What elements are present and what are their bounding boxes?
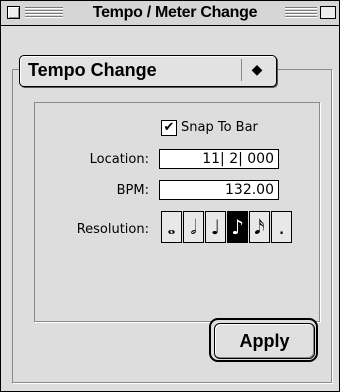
resolution-half-note-icon[interactable]: 𝅗𝅥 — [183, 211, 204, 243]
location-label: Location: — [89, 152, 149, 167]
snap-to-bar-checkbox[interactable]: ✔ — [161, 120, 177, 136]
resolution-dot-icon[interactable]: . — [271, 211, 292, 243]
apply-button[interactable]: Apply — [214, 323, 315, 359]
title-bar[interactable]: Tempo / Meter Change — [1, 1, 339, 26]
bpm-label: BPM: — [116, 183, 149, 198]
snap-to-bar-label[interactable]: Snap To Bar — [181, 120, 258, 136]
resolution-label: Resolution: — [76, 222, 149, 237]
window-title: Tempo / Meter Change — [65, 3, 285, 23]
resolution-whole-note-icon[interactable]: 𝅝 — [161, 211, 182, 243]
zoom-box[interactable] — [320, 6, 336, 19]
title-stripes-left — [25, 6, 63, 19]
resolution-sixteenth-note-icon[interactable]: 𝅘𝅥𝅯 — [249, 211, 270, 243]
resolution-eighth-note-icon[interactable]: ♪ — [227, 211, 248, 243]
bpm-field[interactable]: 132.00 — [159, 180, 279, 200]
default-button-ring: Apply — [209, 318, 318, 362]
popup-selected-label: Tempo Change — [28, 60, 157, 80]
change-type-popup[interactable]: Tempo Change ◆ — [19, 55, 277, 87]
close-box[interactable] — [7, 6, 20, 19]
title-stripes-right — [285, 6, 317, 19]
tempo-meter-window: Tempo / Meter Change Tempo Change ◆ ✔ Sn… — [0, 0, 340, 392]
location-field[interactable]: 11| 2| 000 — [159, 149, 279, 169]
resolution-quarter-note-icon[interactable]: ♩ — [205, 211, 226, 243]
popup-arrows-icon: ◆ — [241, 59, 272, 81]
